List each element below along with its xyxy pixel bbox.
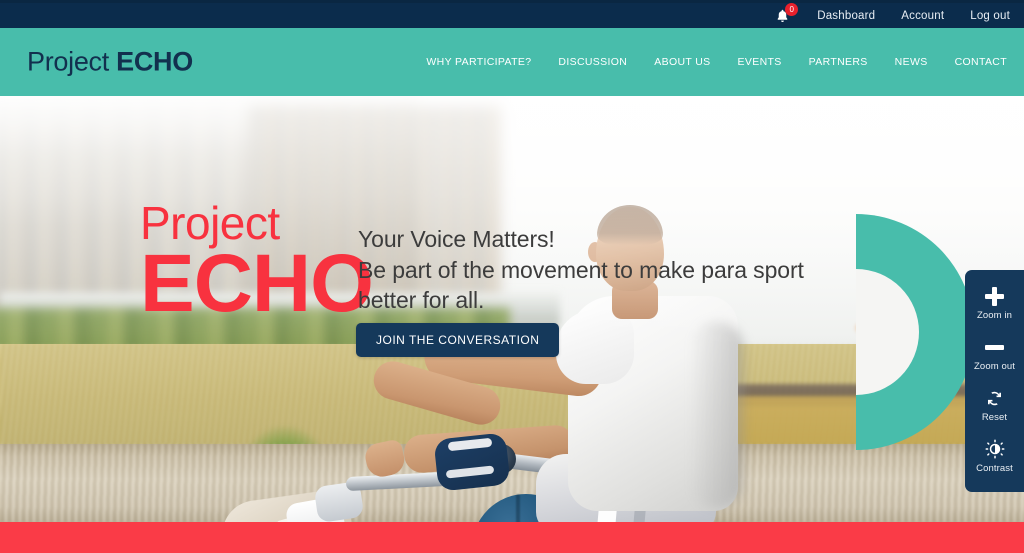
zoom-out-button[interactable]: Zoom out — [965, 332, 1024, 377]
hero-subhead: Be part of the movement to make para spo… — [358, 256, 804, 314]
figure-tshirt-sleeve — [556, 310, 634, 384]
nav-item-why-participate[interactable]: WHY PARTICIPATE? — [426, 56, 531, 68]
zoom-out-label: Zoom out — [974, 361, 1015, 372]
nav-item-discussion[interactable]: DISCUSSION — [558, 56, 627, 68]
accessibility-toolbar: Zoom in Zoom out Reset Contrast — [965, 270, 1024, 492]
nav-item-events[interactable]: EVENTS — [738, 56, 782, 68]
reset-button[interactable]: Reset — [965, 383, 1024, 428]
nav-item-about-us[interactable]: ABOUT US — [654, 56, 710, 68]
hero-banner: Project ECHO Your Voice Matters! Be part… — [0, 96, 1024, 522]
top-link-dashboard[interactable]: Dashboard — [817, 10, 875, 22]
contrast-icon — [985, 438, 1005, 460]
notification-badge: 0 — [785, 2, 799, 16]
hero-overlay-title-line2: ECHO — [140, 238, 374, 330]
hero-overlay-title: Project ECHO — [140, 200, 374, 330]
notifications-button[interactable]: 0 — [773, 2, 799, 25]
refresh-icon — [985, 387, 1004, 409]
page-root: 0 Dashboard Account Log out Project ECHO… — [0, 0, 1024, 553]
top-link-logout[interactable]: Log out — [970, 10, 1010, 22]
hero-headline: Your Voice Matters! — [358, 226, 555, 252]
hero-copy: Your Voice Matters! Be part of the movem… — [358, 224, 828, 316]
minus-icon — [985, 336, 1004, 358]
nav-item-contact[interactable]: CONTACT — [955, 56, 1007, 68]
figure-tshirt-shading — [690, 322, 744, 508]
site-logo[interactable]: Project ECHO — [27, 47, 193, 78]
top-link-account[interactable]: Account — [901, 10, 944, 22]
nav-item-partners[interactable]: PARTNERS — [809, 56, 868, 68]
main-navigation: WHY PARTICIPATE? DISCUSSION ABOUT US EVE… — [426, 56, 1007, 68]
zoom-in-button[interactable]: Zoom in — [965, 281, 1024, 326]
plus-icon — [985, 285, 1004, 307]
contrast-button[interactable]: Contrast — [965, 434, 1024, 479]
join-the-conversation-button[interactable]: JOIN THE CONVERSATION — [356, 323, 560, 357]
contrast-label: Contrast — [976, 463, 1013, 474]
logo-text-project: Project — [27, 46, 109, 77]
footer-accent-bar — [0, 522, 1024, 553]
figure-basketball-seam — [516, 494, 520, 522]
site-header: Project ECHO WHY PARTICIPATE? DISCUSSION… — [0, 28, 1024, 96]
top-utility-links: 0 Dashboard Account Log out — [773, 2, 1010, 28]
top-utility-bar: 0 Dashboard Account Log out — [0, 0, 1024, 28]
nav-item-news[interactable]: NEWS — [895, 56, 928, 68]
logo-text-echo: ECHO — [116, 46, 193, 77]
reset-label: Reset — [981, 412, 1008, 423]
zoom-in-label: Zoom in — [976, 310, 1013, 321]
